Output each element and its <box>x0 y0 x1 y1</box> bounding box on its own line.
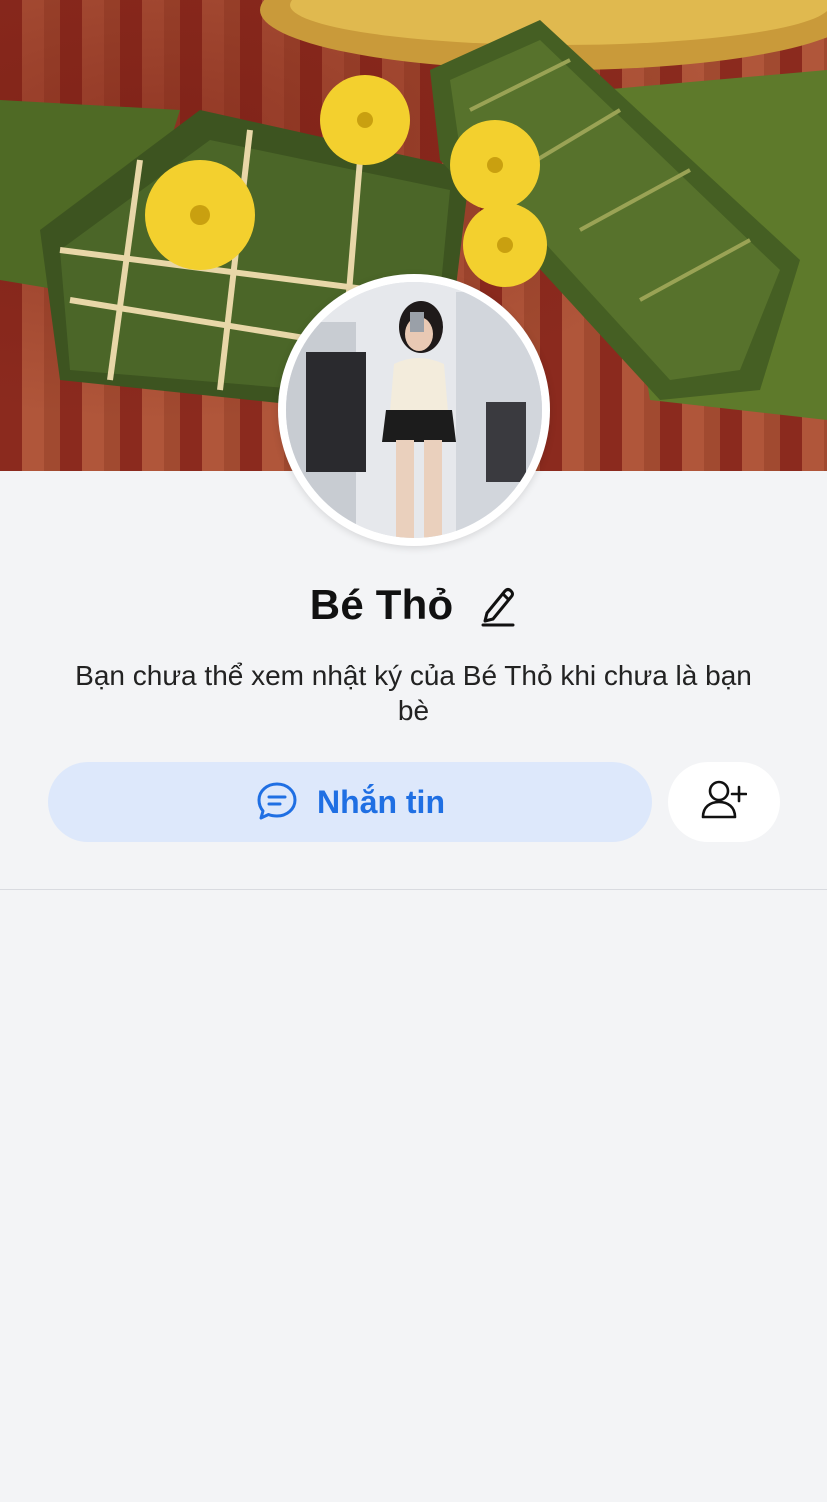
profile-name: Bé Thỏ <box>309 580 454 628</box>
chat-bubble-icon <box>255 780 299 824</box>
message-button-label: Nhắn tin <box>317 783 445 820</box>
add-friend-icon <box>701 779 748 826</box>
avatar[interactable] <box>278 274 550 546</box>
profile-name-row: Bé Thỏ <box>0 578 827 629</box>
section-divider <box>0 889 827 890</box>
privacy-notice: Bạn chưa thể xem nhật ký của Bé Thỏ khi … <box>75 660 752 726</box>
message-button[interactable]: Nhắn tin <box>48 762 652 842</box>
add-friend-button[interactable] <box>668 762 780 842</box>
avatar-photo <box>286 282 542 538</box>
pencil-icon[interactable] <box>479 583 517 627</box>
